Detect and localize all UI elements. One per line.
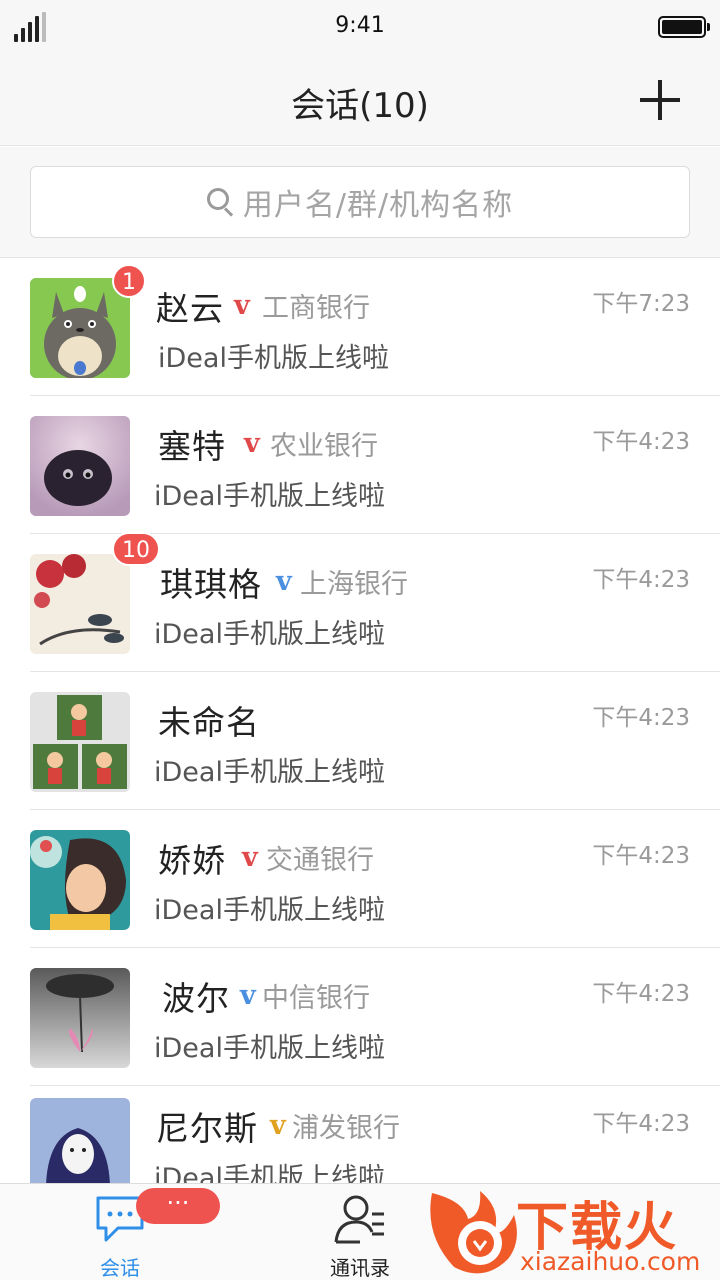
nav-bar: 会话(10) <box>0 56 720 146</box>
unread-badge: 1 <box>112 264 146 298</box>
tab-badge: ··· <box>136 1188 220 1224</box>
contacts-icon <box>334 1195 384 1244</box>
unread-badge: 10 <box>112 532 160 566</box>
search-area: 用户名/群/机构名称 <box>0 147 720 257</box>
battery-icon <box>658 16 710 38</box>
list-item[interactable]: 尼尔斯 v 浦发银行 下午4:23 iDeal手机版上线啦 <box>0 1086 720 1183</box>
verified-mark: v <box>270 1110 286 1141</box>
last-message: iDeal手机版上线啦 <box>154 757 385 788</box>
tab-label: 会话 <box>100 1256 140 1280</box>
avatar <box>30 278 130 378</box>
conversation-name: 娇娇 <box>158 841 226 880</box>
plus-icon[interactable] <box>640 80 680 120</box>
list-item[interactable]: 波尔 v 中信银行 下午4:23 iDeal手机版上线啦 <box>0 948 720 1086</box>
status-bar: 9:41 <box>0 0 720 56</box>
search-placeholder: 用户名/群/机构名称 <box>242 188 514 223</box>
timestamp: 下午4:23 <box>592 843 690 869</box>
last-message: iDeal手机版上线啦 <box>158 343 389 374</box>
last-message: iDeal手机版上线啦 <box>154 895 385 926</box>
conversation-name: 未命名 <box>158 703 260 742</box>
verified-mark: v <box>240 980 256 1011</box>
group-avatar <box>30 692 130 792</box>
search-input[interactable]: 用户名/群/机构名称 <box>30 166 690 238</box>
avatar <box>30 968 130 1068</box>
conversation-list: 1 赵云 v 工商银行 下午7:23 iDeal手机版上线啦 塞特 v 农业银行… <box>0 257 720 1183</box>
organization: 浦发银行 <box>292 1113 400 1144</box>
tab-contacts[interactable]: 通讯录 <box>280 1184 440 1280</box>
organization: 中信银行 <box>262 983 370 1014</box>
page-title: 会话(10) <box>291 86 429 126</box>
conversation-name: 琪琪格 <box>160 565 262 604</box>
verified-mark: v <box>234 290 250 321</box>
list-item[interactable]: 塞特 v 农业银行 下午4:23 iDeal手机版上线啦 <box>0 396 720 534</box>
avatar <box>30 830 130 930</box>
timestamp: 下午4:23 <box>592 705 690 731</box>
conversation-name: 赵云 <box>156 289 224 328</box>
conversation-name: 塞特 <box>158 427 226 466</box>
organization: 工商银行 <box>262 293 370 324</box>
conversation-name: 波尔 <box>162 979 230 1018</box>
tab-conversations[interactable]: ··· 会话 <box>40 1184 220 1280</box>
last-message: iDeal手机版上线啦 <box>154 481 385 512</box>
last-message: iDeal手机版上线啦 <box>154 619 385 650</box>
timestamp: 下午4:23 <box>592 1111 690 1137</box>
verified-mark: v <box>276 566 292 597</box>
list-item[interactable]: 10 琪琪格 v 上海银行 下午4:23 iDeal手机版上线啦 <box>0 532 720 672</box>
search-icon <box>206 188 235 217</box>
list-item[interactable]: 未命名 下午4:23 iDeal手机版上线啦 <box>0 672 720 810</box>
avatar <box>30 554 130 654</box>
status-time: 9:41 <box>335 13 385 38</box>
timestamp: 下午4:23 <box>592 567 690 593</box>
organization: 农业银行 <box>270 431 378 462</box>
organization: 上海银行 <box>300 569 408 600</box>
tab-label: 通讯录 <box>330 1256 390 1280</box>
watermark-logo: 下载火 xiazaihuo.com <box>424 1185 720 1280</box>
verified-mark: v <box>242 842 258 873</box>
avatar <box>30 1098 130 1183</box>
conversation-name: 尼尔斯 <box>156 1109 258 1148</box>
timestamp: 下午4:23 <box>592 429 690 455</box>
watermark-url: xiazaihuo.com <box>520 1247 701 1276</box>
verified-mark: v <box>244 428 260 459</box>
list-item[interactable]: 1 赵云 v 工商银行 下午7:23 iDeal手机版上线啦 <box>0 258 720 396</box>
last-message: iDeal手机版上线啦 <box>154 1163 385 1183</box>
list-item[interactable]: 娇娇 v 交通银行 下午4:23 iDeal手机版上线啦 <box>0 810 720 948</box>
avatar <box>30 416 130 516</box>
organization: 交通银行 <box>266 845 374 876</box>
timestamp: 下午4:23 <box>592 981 690 1007</box>
timestamp: 下午7:23 <box>592 291 690 317</box>
last-message: iDeal手机版上线啦 <box>154 1033 385 1064</box>
